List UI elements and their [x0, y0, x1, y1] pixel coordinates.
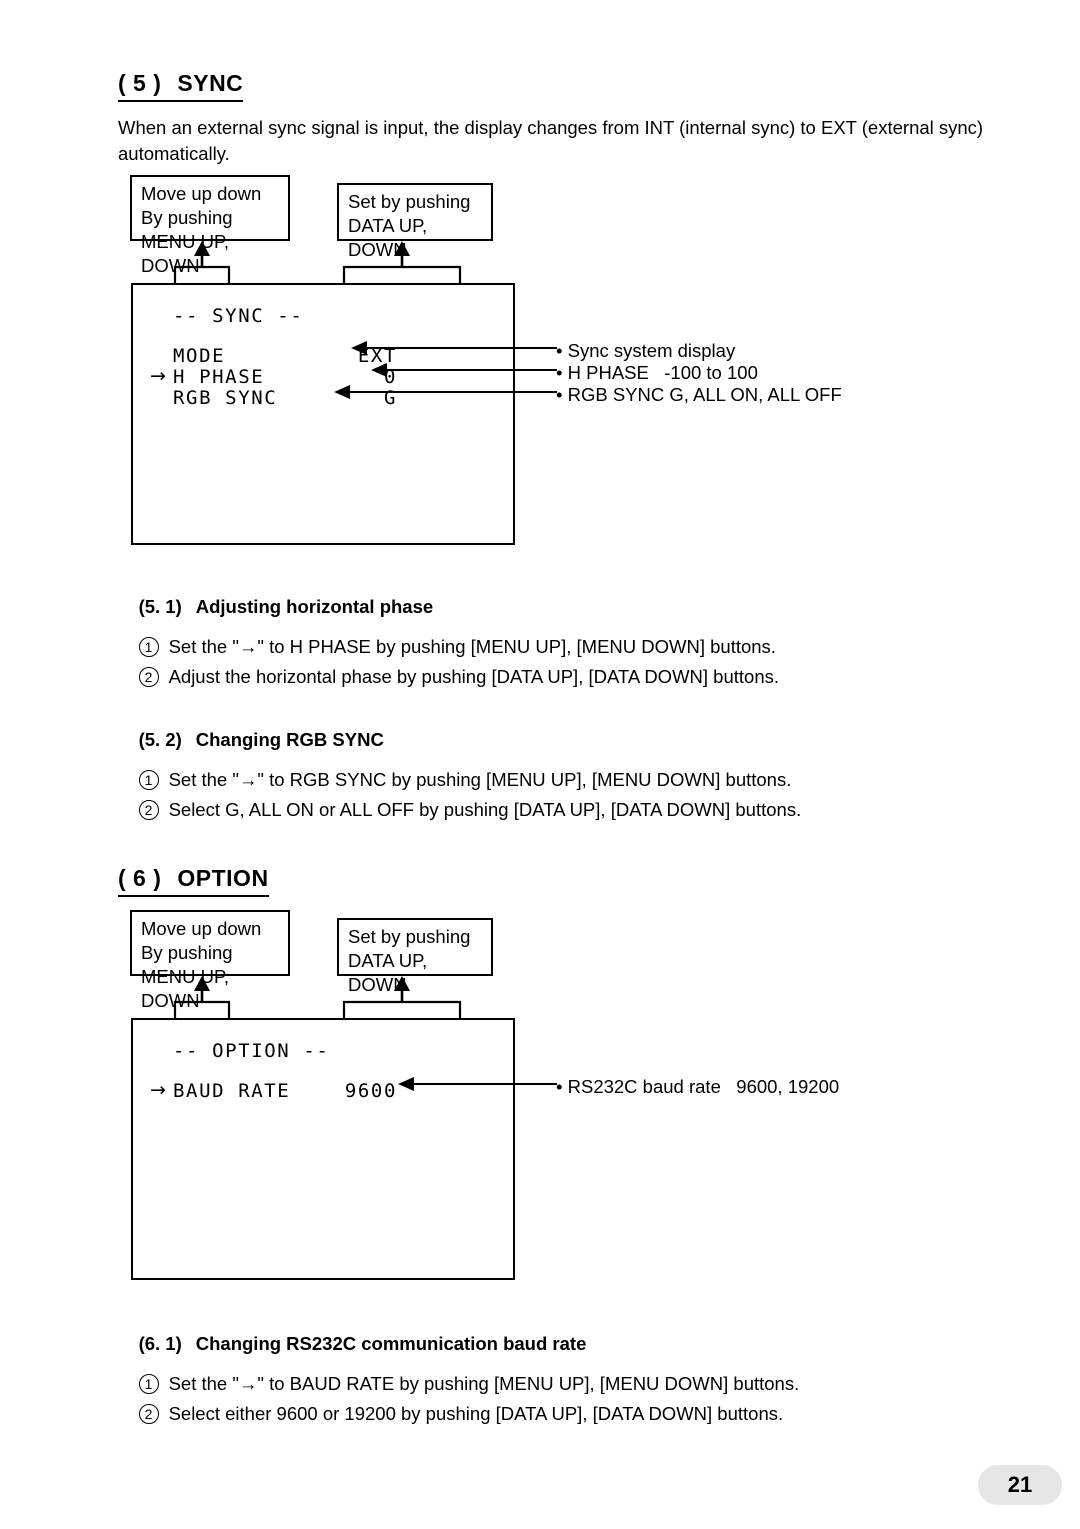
sync-connector-left	[144, 241, 254, 285]
sync-leader-lines	[333, 336, 573, 416]
option-display-title: -- OPTION --	[173, 1040, 330, 1062]
subsection-6-1-step-2: 2 Select either 9600 or 19200 by pushing …	[118, 1381, 783, 1447]
option-connector-left	[144, 976, 254, 1020]
subsection-5-1-step-2: 2 Adjust the horizontal phase by pushing …	[118, 644, 779, 710]
sync-row-rgbsync-label: RGB SYNC	[173, 387, 278, 409]
option-connector-right	[332, 976, 492, 1020]
step-text: Select G, ALL ON or ALL OFF by pushing […	[168, 799, 802, 820]
osd-cursor-arrow-icon: →	[150, 1079, 166, 1101]
option-callout-menu: Move up down By pushing MENU UP, DOWN	[130, 910, 290, 1011]
sync-callout-menu: Move up down By pushing MENU UP, DOWN	[130, 175, 290, 276]
section-5-intro: When an external sync signal is input, t…	[118, 117, 984, 164]
sync-row-hphase-label: H PHASE	[173, 366, 265, 388]
option-annotation-1: • RS232C baud rate 9600, 19200	[556, 1076, 840, 1097]
option-callout-data: Set by pushing DATA UP, DOWN	[337, 918, 493, 995]
section-6-title: OPTION	[177, 865, 269, 891]
step-text: Select either 9600 or 19200 by pushing […	[168, 1403, 784, 1424]
manual-page: ( 5 ) SYNC When an external sync signal i…	[0, 0, 1080, 1529]
section-5-title: SYNC	[177, 70, 244, 96]
option-leader-lines	[385, 1072, 575, 1102]
sync-display-title: -- SYNC --	[173, 305, 304, 327]
step-number-badge: 2	[138, 1404, 159, 1424]
section-5-heading: ( 5 ) SYNC	[118, 70, 244, 102]
step-number-badge: 2	[138, 800, 159, 820]
option-row-baudrate-label: BAUD RATE	[173, 1080, 291, 1102]
step-number-badge: 2	[138, 667, 159, 687]
section-6-number: ( 6 )	[118, 865, 162, 891]
sync-connector-right	[332, 241, 492, 285]
step-text: Adjust the horizontal phase by pushing […	[168, 666, 779, 687]
option-display-panel: -- OPTION -- → BAUD RATE 9600	[131, 1018, 515, 1280]
section-6-heading: ( 6 ) OPTION	[118, 865, 269, 897]
subsection-5-2-step-2: 2 Select G, ALL ON or ALL OFF by pushing …	[118, 777, 801, 843]
page-number: 21	[978, 1465, 1062, 1505]
sync-row-mode-label: MODE	[173, 345, 226, 367]
sync-annotation-2: • H PHASE -100 to 100	[556, 362, 758, 383]
sync-annotation-1: • Sync system display	[556, 340, 736, 361]
osd-cursor-arrow-icon: →	[150, 365, 166, 387]
sync-callout-data: Set by pushing DATA UP, DOWN	[337, 183, 493, 260]
section-5-number: ( 5 )	[118, 70, 162, 96]
sync-annotation-3: • RGB SYNC G, ALL ON, ALL OFF	[556, 384, 842, 405]
